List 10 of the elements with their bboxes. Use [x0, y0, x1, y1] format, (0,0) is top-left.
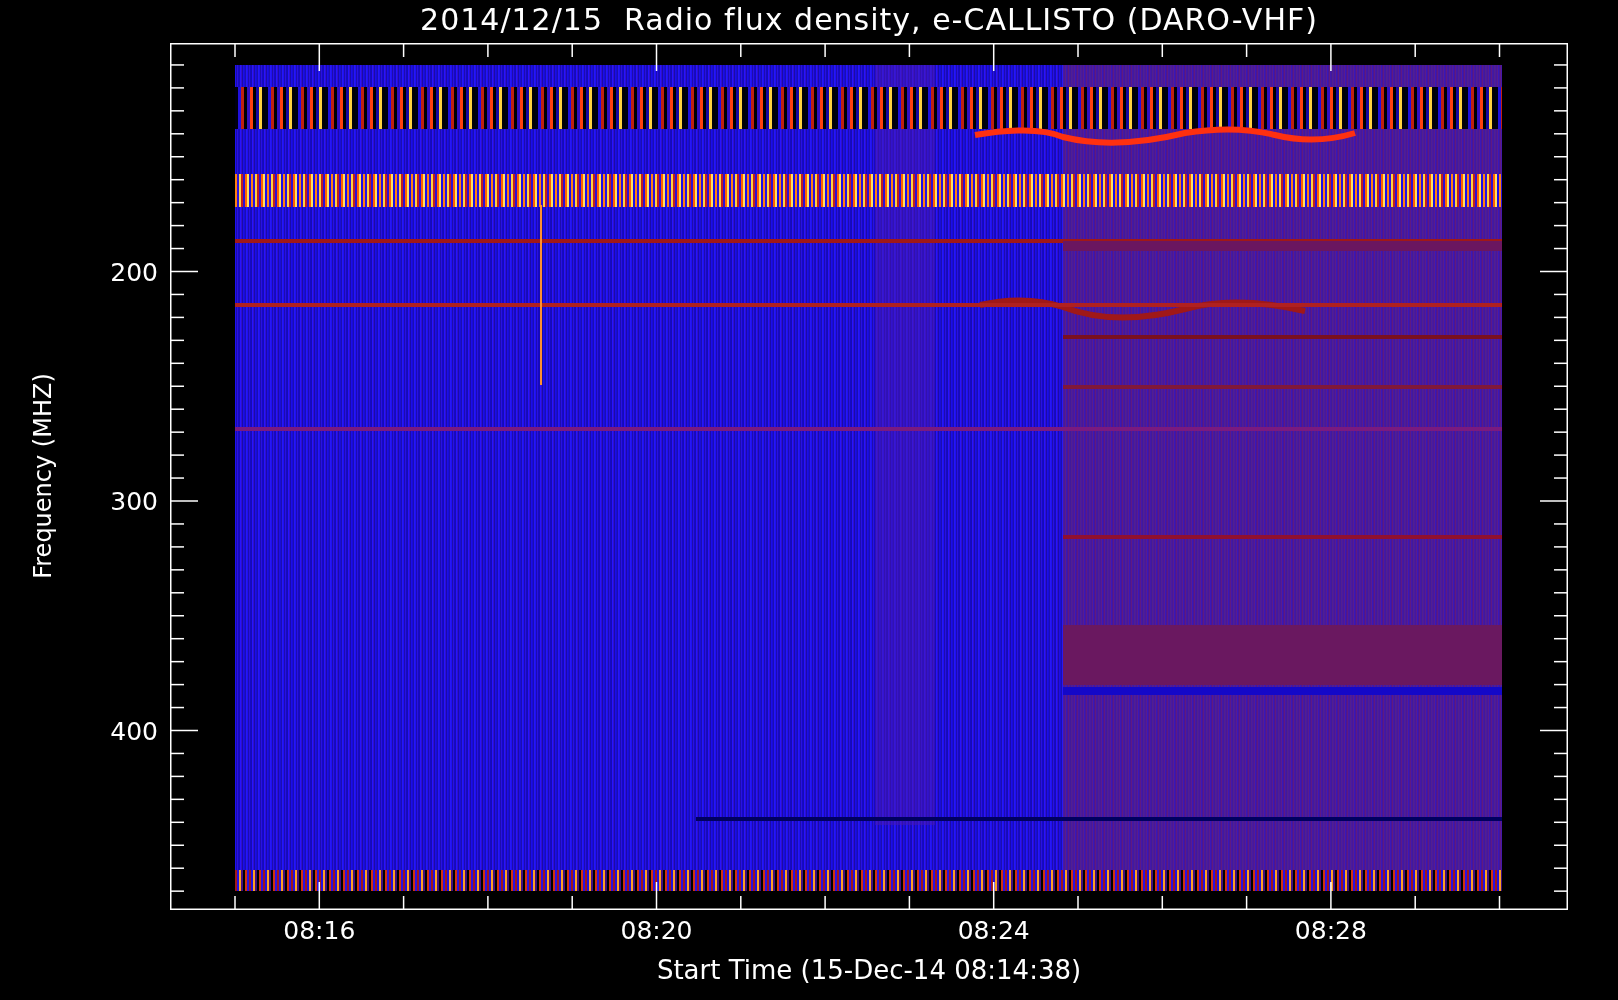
y-axis-label: Frequency (MHZ): [29, 373, 57, 579]
x-axis-label: Start Time (15-Dec-14 08:14:38): [655, 955, 1083, 985]
x-tick-label: 08:24: [957, 916, 1030, 945]
y-tick-label: 200: [110, 257, 158, 286]
y-tick-label: 400: [110, 716, 158, 745]
x-tick-label: 08:16: [283, 916, 356, 945]
chart-title: 2014/12/15 Radio flux density, e-CALLISTO (DARO-VHF): [419, 2, 1319, 37]
x-tick-label: 08:28: [1294, 916, 1367, 945]
y-tick-label: 300: [110, 486, 158, 516]
x-tick-label: 08:20: [620, 916, 693, 945]
